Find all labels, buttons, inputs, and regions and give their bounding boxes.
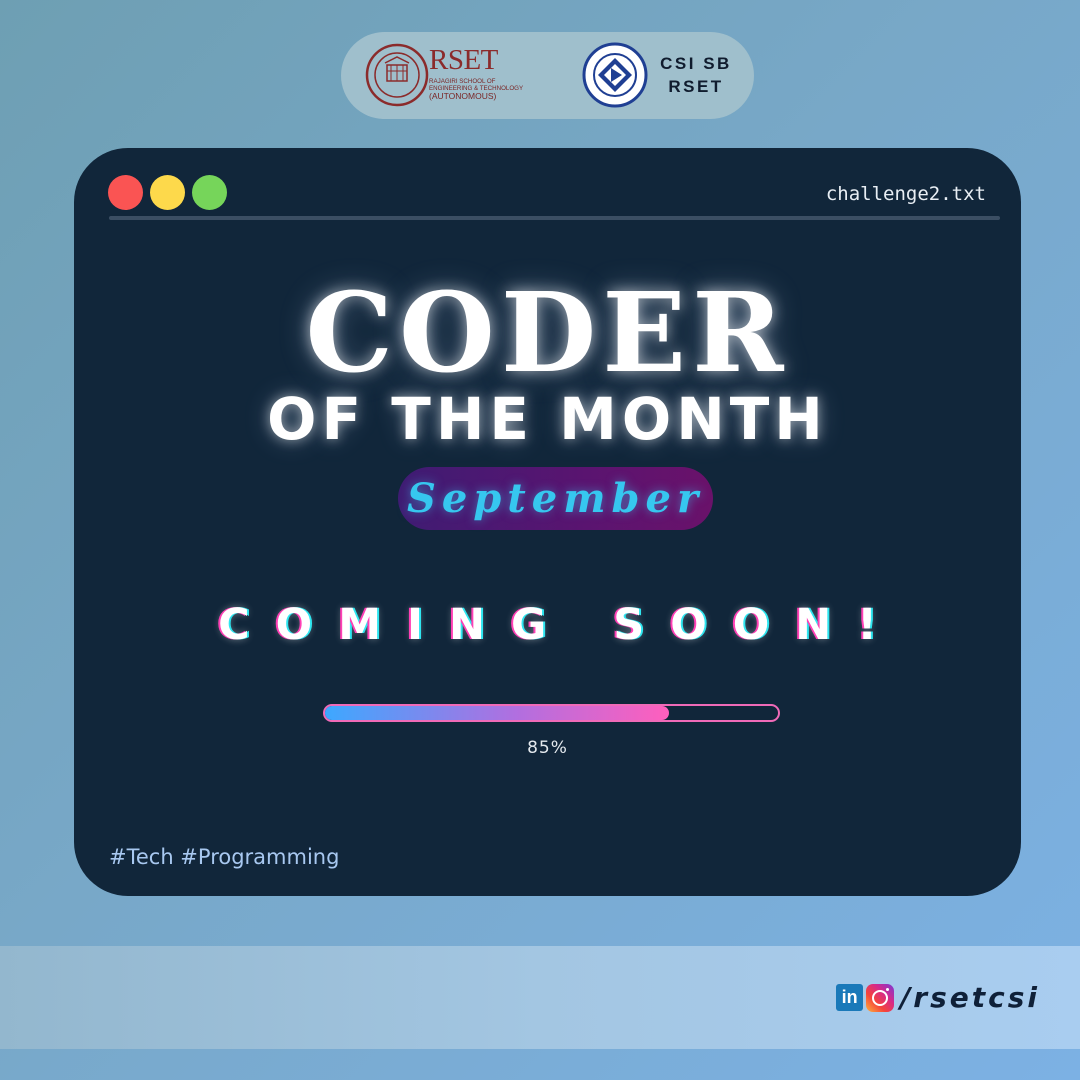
csi-label-line1: CSI SB [660, 54, 732, 73]
close-dot-icon[interactable] [108, 175, 143, 210]
month-label: September [406, 475, 705, 522]
footer-band: in /rsetcsi [0, 946, 1080, 1049]
title-bar-divider [109, 216, 1000, 220]
instagram-icon[interactable] [866, 983, 895, 1012]
rset-name: RSET [429, 44, 498, 76]
logo-banner: RSET RAJAGIRI SCHOOL OF ENGINEERING & TE… [341, 32, 754, 119]
hashtags: #Tech #Programming [109, 845, 340, 869]
coming-soon-text: COMING SOON! [218, 600, 903, 650]
terminal-window: challenge2.txt CODER OF THE MONTH Septem… [74, 148, 1021, 896]
progress-bar [323, 704, 780, 722]
linkedin-icon[interactable]: in [836, 984, 864, 1011]
progress-percent: 85% [527, 738, 568, 758]
window-filename: challenge2.txt [825, 183, 986, 205]
social-links: in /rsetcsi [836, 981, 1040, 1014]
headline-coder: CODER [305, 268, 790, 397]
minimize-dot-icon[interactable] [150, 175, 185, 210]
rset-autonomous: (AUTONOMOUS) [429, 91, 497, 101]
progress-fill [325, 706, 670, 720]
maximize-dot-icon[interactable] [192, 175, 227, 210]
csi-label: CSI SB RSET [653, 52, 739, 98]
rset-subtitle: RAJAGIRI SCHOOL OF ENGINEERING & TECHNOL… [429, 78, 524, 92]
csi-seal-icon [582, 42, 648, 108]
headline-of-the-month: OF THE MONTH [267, 385, 828, 453]
month-badge: September [398, 467, 713, 530]
rset-seal-icon [365, 43, 429, 107]
social-handle[interactable]: /rsetcsi [900, 981, 1040, 1014]
csi-label-line2: RSET [668, 77, 724, 96]
